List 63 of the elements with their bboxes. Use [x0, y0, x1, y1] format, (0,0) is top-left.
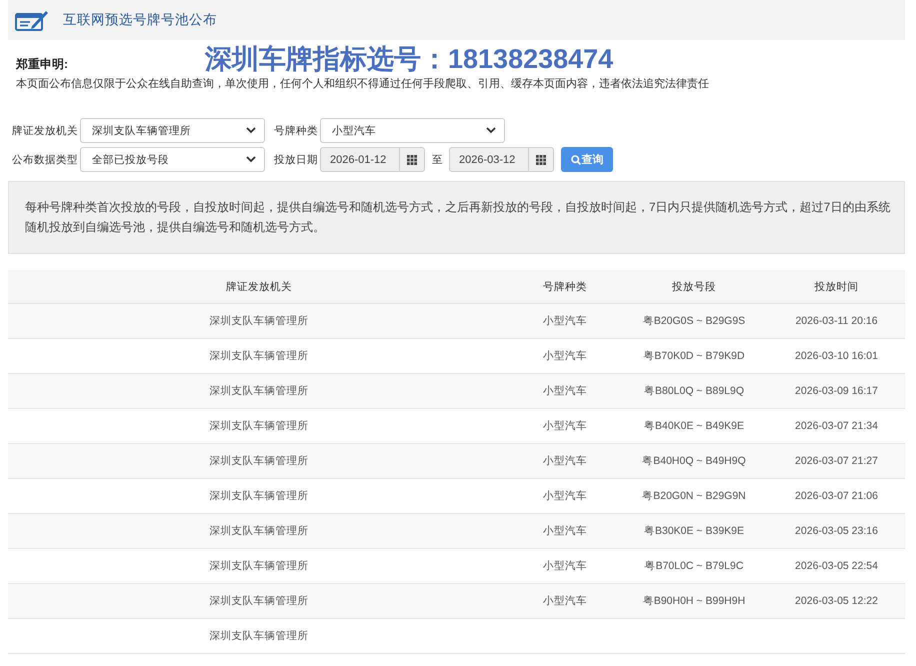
table-cell: 2026-03-05 23:16: [795, 525, 878, 537]
table-cell: 小型汽车: [543, 384, 587, 398]
table-cell: 深圳支队车辆管理所: [210, 419, 308, 433]
select-field[interactable]: 全部已投放号段: [80, 147, 265, 172]
table-cell: 深圳支队车辆管理所: [210, 489, 308, 503]
select-field[interactable]: 深圳支队车辆管理所: [80, 118, 265, 143]
table-cell: 粤B70L0C ~ B79L9C: [644, 559, 744, 573]
chevron-down-icon: [246, 156, 256, 163]
page-title: 互联网预选号牌号池公布: [63, 11, 217, 29]
table-cell: 2026-03-05 12:22: [795, 595, 878, 607]
table-cell: 小型汽车: [543, 489, 587, 503]
search-icon: [570, 154, 580, 164]
filter-label: 牌证发放机关: [12, 124, 78, 138]
info-text: 每种号牌种类首次投放的号段，自投放时间起，提供自编选号和随机选号方式，之后再新投放的号段，自投放时间起，7日内只提供随机选号方式，超过7日的由系统随机投放到自编选号池，提供自编选号和随机选号方式。: [25, 199, 892, 236]
table-cell: 2026-03-11 20:16: [795, 315, 878, 327]
id-card-pen-icon: [15, 9, 49, 31]
table-cell: 粤B80L0Q ~ B89L9Q: [644, 384, 744, 398]
filter-label: 公布数据类型: [12, 152, 78, 166]
table-cell: 2026-03-07 21:34: [795, 420, 878, 432]
table-cell: 粤B20G0N ~ B29G9N: [642, 489, 746, 503]
table-cell: 小型汽车: [543, 594, 587, 608]
table-cell: 深圳支队车辆管理所: [210, 454, 308, 468]
table-cell: 深圳支队车辆管理所: [210, 349, 308, 363]
table-cell: 深圳支队车辆管理所: [210, 314, 308, 328]
table-cell: 粤B30K0E ~ B39K9E: [644, 524, 744, 538]
column-header: 投放时间: [814, 280, 858, 294]
table-cell: 深圳支队车辆管理所: [210, 594, 308, 608]
filter-label: 投放日期: [274, 152, 318, 166]
grid-icon: [407, 154, 417, 164]
grid-icon: [536, 154, 546, 164]
table-cell: 粤B40H0Q ~ B49H9Q: [642, 454, 746, 468]
table-cell: 粤B90H0H ~ B99H9H: [642, 594, 746, 608]
filter-label: 号牌种类: [274, 124, 318, 138]
chevron-down-icon: [246, 127, 256, 134]
notice-heading: 郑重申明:: [16, 56, 68, 73]
banner-text: 深圳车牌指标选号：18138238474: [205, 43, 614, 75]
date-field[interactable]: 2026-01-12: [320, 147, 425, 172]
table-cell: 小型汽车: [543, 454, 587, 468]
table-cell: 深圳支队车辆管理所: [210, 629, 308, 643]
table-cell: 小型汽车: [543, 419, 587, 433]
table-cell: 深圳支队车辆管理所: [210, 384, 308, 398]
table-cell: 2026-03-10 16:01: [795, 350, 878, 362]
select-field[interactable]: 小型汽车: [320, 118, 505, 143]
table-cell: 2026-03-07 21:27: [795, 455, 878, 467]
date-field[interactable]: 2026-03-12: [449, 147, 554, 172]
table-cell: 2026-03-05 22:54: [795, 560, 878, 572]
table-cell: 粤B70K0D ~ B79K9D: [643, 349, 745, 363]
table-cell: 小型汽车: [543, 349, 587, 363]
table-cell: 粤B40K0E ~ B49K9E: [644, 419, 744, 433]
table-cell: 深圳支队车辆管理所: [210, 524, 308, 538]
column-header: 牌证发放机关: [226, 280, 292, 294]
table-cell: 2026-03-09 16:17: [795, 385, 878, 397]
table-cell: 2026-03-07 21:06: [795, 490, 878, 502]
column-header: 号牌种类: [543, 280, 587, 294]
column-header: 投放号段: [672, 280, 716, 294]
table-cell: 粤B20G0S ~ B29G9S: [642, 314, 746, 328]
table-cell: 小型汽车: [543, 314, 587, 328]
table-cell: 小型汽车: [543, 559, 587, 573]
table-cell: 小型汽车: [543, 524, 587, 538]
chevron-down-icon: [486, 127, 496, 134]
table-cell: 深圳支队车辆管理所: [210, 559, 308, 573]
notice-text: 本页面公布信息仅限于公众在线自助查询，单次使用，任何个人和组织不得通过任何手段爬取、引用、缓存本页面内容，违者依法追究法律责任: [16, 76, 710, 92]
date-separator: 至: [432, 152, 443, 166]
